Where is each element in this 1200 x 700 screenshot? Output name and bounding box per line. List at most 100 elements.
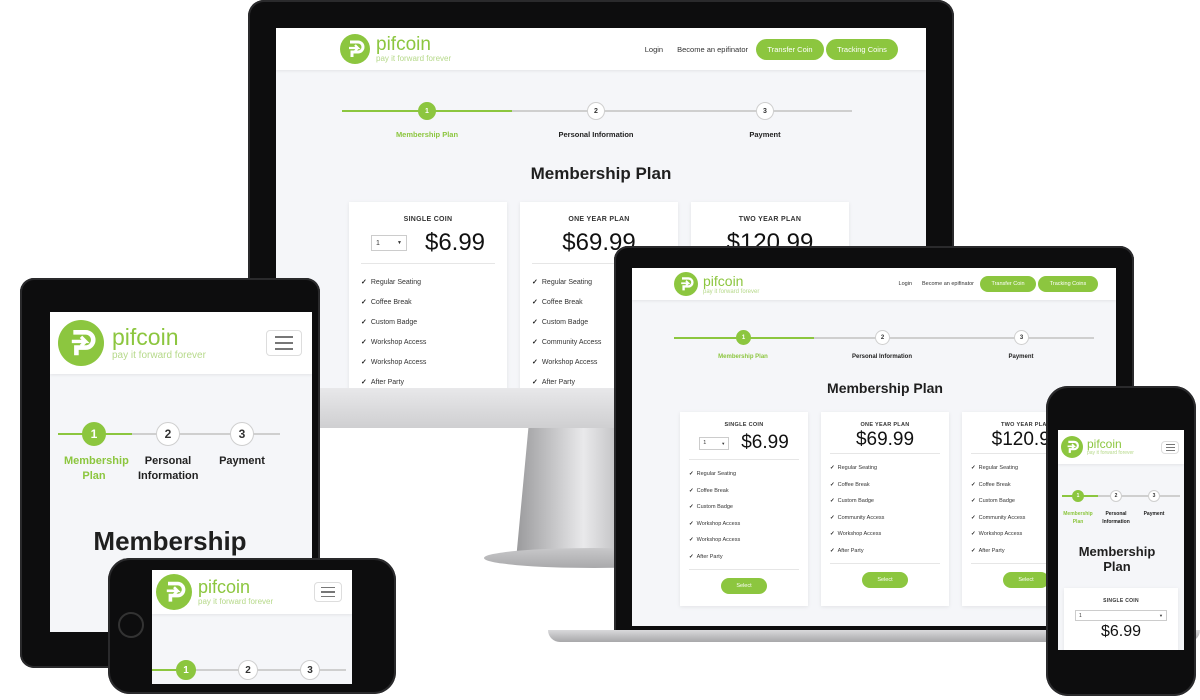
- step-1-dot[interactable]: 1: [418, 102, 436, 120]
- step-3-dot[interactable]: 3: [230, 422, 254, 446]
- hamburger-icon[interactable]: [1161, 440, 1179, 454]
- step-2-dot[interactable]: 2: [875, 330, 890, 345]
- pifcoin-logo-icon: [58, 320, 104, 366]
- check-icon: ✓: [689, 553, 694, 560]
- check-icon: ✓: [830, 547, 835, 554]
- check-icon: ✓: [689, 520, 694, 527]
- device-mockup-stage: pifcoin pay it forward forever Login Bec…: [0, 0, 1200, 700]
- step-1-label: Membership Plan: [718, 354, 768, 360]
- top-nav: Login Become an epifinator Transfer Coin…: [899, 276, 1098, 292]
- select-button[interactable]: Select: [721, 578, 767, 594]
- pifcoin-logo-icon: [674, 272, 698, 296]
- site-header: pifcoin pay it forward forever Login Bec…: [632, 268, 1116, 300]
- step-2-dot[interactable]: 2: [587, 102, 605, 120]
- progress-steps: 1 2 3 Membership Plan Personal Informati…: [58, 422, 280, 502]
- step-2-dot[interactable]: 2: [156, 422, 180, 446]
- feature-item: Workshop Access: [978, 531, 1023, 538]
- tracking-coins-button[interactable]: Tracking Coins: [826, 38, 898, 60]
- logo[interactable]: pifcoin pay it forward forever: [340, 34, 451, 64]
- site-header: pifcoin pay it forward forever: [50, 312, 312, 374]
- step-1-label: Membership Plan: [395, 130, 459, 139]
- feature-item: After Party: [978, 547, 1005, 554]
- check-icon: ✓: [689, 504, 694, 511]
- step-2-dot[interactable]: 2: [238, 660, 258, 680]
- check-icon: ✓: [971, 481, 976, 488]
- step-3-label: Payment: [749, 130, 781, 139]
- transfer-coin-button[interactable]: Transfer Coin: [980, 276, 1036, 292]
- quantity-select[interactable]: 1 ▼: [370, 235, 407, 251]
- feature-item: Custom Badge: [696, 504, 733, 511]
- logo[interactable]: pifcoin pay it forward forever: [58, 320, 206, 366]
- feature-item: Coffee Break: [837, 481, 870, 488]
- nav-login[interactable]: Login: [645, 45, 663, 54]
- feature-item: After Party: [370, 378, 404, 386]
- step-3-label: Payment: [219, 455, 265, 467]
- check-icon: ✓: [830, 465, 835, 472]
- check-icon: ✓: [971, 531, 976, 538]
- progress-steps: 1 2 3: [152, 660, 352, 684]
- nav-become-epifinator[interactable]: Become an epifinator: [922, 281, 974, 287]
- feature-item: Community Access: [837, 514, 885, 521]
- brand-name: pifcoin: [1087, 437, 1122, 451]
- top-nav: Login Become an epifinator Transfer Coin…: [645, 38, 898, 60]
- quantity-value: 1: [375, 239, 380, 247]
- page-title: Membership Plan: [827, 380, 943, 396]
- feature-item: Regular Seating: [696, 471, 737, 478]
- step-3-dot[interactable]: 3: [756, 102, 774, 120]
- check-icon: ✓: [532, 379, 538, 386]
- laptop-screen: pifcoin pay it forward forever Login Bec…: [632, 268, 1116, 626]
- check-icon: ✓: [971, 514, 976, 521]
- caret-down-icon: ▼: [1159, 613, 1163, 618]
- step-1-label: Membership Plan: [64, 455, 129, 482]
- logo[interactable]: pifcoin pay it forward forever: [156, 574, 273, 610]
- step-1-dot[interactable]: 1: [1072, 490, 1084, 502]
- feature-item: Workshop Access: [837, 531, 882, 538]
- step-1-dot[interactable]: 1: [176, 660, 196, 680]
- step-2-dot[interactable]: 2: [1110, 490, 1122, 502]
- feature-list: ✓ Regular Seating ✓ Coffee Break ✓ Custom B…: [689, 466, 799, 565]
- check-icon: ✓: [971, 547, 976, 554]
- check-icon: ✓: [361, 339, 367, 346]
- quantity-select[interactable]: 1 ▼: [1075, 610, 1167, 621]
- plan-title: ONE YEAR PLAN: [568, 216, 630, 223]
- check-icon: ✓: [830, 514, 835, 521]
- home-button[interactable]: [118, 612, 144, 638]
- check-icon: ✓: [689, 471, 694, 478]
- feature-item: Coffee Break: [370, 298, 412, 306]
- feature-item: Custom Badge: [370, 318, 418, 326]
- step-3-dot[interactable]: 3: [300, 660, 320, 680]
- check-icon: ✓: [830, 531, 835, 538]
- site-header: pifcoin pay it forward forever: [1058, 430, 1184, 464]
- transfer-coin-button[interactable]: Transfer Coin: [756, 38, 824, 60]
- hamburger-icon[interactable]: [314, 582, 342, 602]
- logo[interactable]: pifcoin pay it forward forever: [1061, 436, 1134, 458]
- step-2-label: Personal Information: [138, 455, 199, 482]
- caret-down-icon: ▼: [721, 440, 726, 446]
- plan-card-one-year: ONE YEAR PLAN $69.99 ✓ Regular Seating ✓ C…: [821, 412, 949, 606]
- feature-list: ✓ Regular Seating ✓ Coffee Break ✓ Custom B…: [361, 272, 495, 388]
- nav-become-epifinator[interactable]: Become an epifinator: [677, 45, 748, 54]
- logo[interactable]: pifcoin pay it forward forever: [674, 272, 759, 296]
- check-icon: ✓: [971, 498, 976, 505]
- step-1-dot[interactable]: 1: [82, 422, 106, 446]
- check-icon: ✓: [830, 481, 835, 488]
- feature-item: Coffee Break: [978, 481, 1011, 488]
- step-3-dot[interactable]: 3: [1014, 330, 1029, 345]
- step-3-dot[interactable]: 3: [1148, 490, 1160, 502]
- brand-tagline: pay it forward forever: [198, 597, 274, 606]
- tracking-coins-button[interactable]: Tracking Coins: [1038, 276, 1098, 292]
- step-1-dot[interactable]: 1: [736, 330, 751, 345]
- check-icon: ✓: [532, 299, 538, 306]
- nav-login[interactable]: Login: [899, 281, 912, 287]
- page-title: Membership: [93, 526, 247, 556]
- select-button[interactable]: Select: [862, 572, 908, 588]
- landscape-phone-device: pifcoin pay it forward forever 1 2 3: [108, 558, 396, 694]
- select-button[interactable]: Select: [1003, 572, 1049, 588]
- quantity-select[interactable]: 1 ▼: [699, 436, 730, 450]
- check-icon: ✓: [532, 339, 538, 346]
- progress-steps: 1 2 3 Membership Plan Personal Informati…: [674, 330, 1094, 364]
- plan-price: $6.99: [424, 229, 486, 256]
- feature-item: After Party: [837, 547, 864, 554]
- hamburger-icon[interactable]: [266, 330, 302, 356]
- check-icon: ✓: [532, 319, 538, 326]
